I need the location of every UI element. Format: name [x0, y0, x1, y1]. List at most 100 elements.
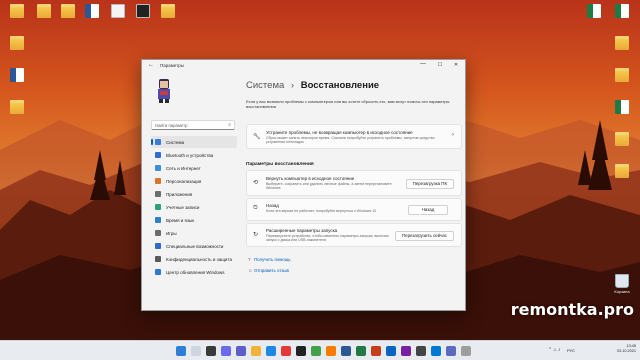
settings-window: ← Параметры — ☐ ✕ Найти параметр ⌕ Систе…: [141, 59, 466, 311]
sidebar-item-label: Bluetooth и устройства: [166, 152, 214, 158]
desktop-folder-icon[interactable]: [4, 100, 30, 114]
desktop-file-icon[interactable]: [130, 4, 156, 18]
sidebar-item[interactable]: Система: [151, 136, 237, 148]
sidebar-item[interactable]: Персонализация: [151, 175, 237, 187]
start-button[interactable]: [176, 346, 186, 356]
wrench-icon: 🔧︎: [253, 134, 261, 140]
desktop-word-doc-icon[interactable]: [79, 4, 105, 18]
desktop-folder-icon[interactable]: [31, 4, 57, 18]
desktop-folder-icon[interactable]: [609, 164, 635, 178]
reset-pc-card: ⟲ Вернуть компьютер в исходное состояние…: [246, 170, 462, 196]
sidebar-item-label: Специальные возможности: [166, 243, 224, 249]
gaming-icon: [155, 230, 161, 236]
accessibility-icon: [155, 243, 161, 249]
history-icon: ⏲: [253, 205, 258, 211]
intro-text: Если у вас возникли проблемы с компьютер…: [246, 99, 450, 109]
get-help-label: Получить помощь: [254, 257, 291, 262]
sidebar-item[interactable]: Bluetooth и устройства: [151, 149, 237, 161]
desktop-folder-icon[interactable]: [155, 4, 181, 18]
app-icon[interactable]: [386, 346, 396, 356]
sidebar-item[interactable]: Центр обновления Windows: [151, 266, 237, 278]
app-icon[interactable]: [461, 346, 471, 356]
desktop-excel-icon[interactable]: [581, 4, 607, 18]
sidebar-item[interactable]: Сеть и Интернет: [151, 162, 237, 174]
reset-pc-desc: Выберите, сохранить или удалить личные ф…: [266, 182, 392, 191]
go-back-title: Назад: [266, 203, 279, 208]
sidebar: Найти параметр ⌕ Система Bluetooth и устр…: [147, 74, 242, 310]
sidebar-item-label: Учетные записи: [166, 204, 200, 210]
back-arrow-icon[interactable]: ←: [148, 62, 154, 68]
troubleshoot-title: Устраните проблемы, не возвращая компьют…: [266, 130, 413, 135]
title-bar[interactable]: ← Параметры — ☐ ✕: [142, 60, 465, 72]
app-icon[interactable]: [416, 346, 426, 356]
desktop-excel-icon[interactable]: [609, 4, 635, 18]
app-icon[interactable]: [326, 346, 336, 356]
breadcrumb-parent[interactable]: Система: [246, 80, 284, 91]
desktop-file-icon[interactable]: [105, 4, 131, 18]
advanced-startup-icon: ↻: [253, 232, 259, 238]
sidebar-item[interactable]: Конфиденциальность и защита: [151, 253, 237, 265]
app-icon[interactable]: [296, 346, 306, 356]
maximize-button[interactable]: ☐: [432, 62, 448, 68]
desktop-word-doc-icon[interactable]: [4, 68, 30, 82]
desktop-folder-icon[interactable]: [609, 36, 635, 50]
network-icon: [155, 165, 161, 171]
excel-icon[interactable]: [356, 346, 366, 356]
accounts-icon: [155, 204, 161, 210]
sidebar-item-label: Персонализация: [166, 178, 202, 184]
search-taskbar-icon[interactable]: [191, 346, 201, 356]
recycle-bin-icon[interactable]: Корзина: [609, 274, 635, 294]
task-view-icon[interactable]: [206, 346, 216, 356]
edge-icon[interactable]: [266, 346, 276, 356]
desktop-folder-icon[interactable]: [609, 132, 635, 146]
desktop-excel-icon[interactable]: [609, 100, 635, 114]
minimize-button[interactable]: —: [415, 61, 431, 67]
sidebar-item-label: Центр обновления Windows: [166, 269, 225, 275]
page-title: Восстановление: [300, 80, 380, 91]
chat-icon[interactable]: [236, 346, 246, 356]
go-back-button[interactable]: Назад: [408, 205, 448, 215]
sidebar-item[interactable]: Специальные возможности: [151, 240, 237, 252]
go-back-card: ⏲ Назад Если эта версия не работает, поп…: [246, 198, 462, 221]
clock-date: 03.10.2021: [616, 349, 636, 353]
desktop-folder-icon[interactable]: [55, 4, 81, 18]
section-title: Параметры восстановления: [246, 162, 314, 167]
widgets-icon[interactable]: [221, 346, 231, 356]
input-language[interactable]: РУС: [567, 348, 575, 353]
desktop-folder-icon[interactable]: [609, 68, 635, 82]
get-help-link[interactable]: ? Получить помощь: [248, 257, 291, 262]
reset-pc-button[interactable]: Перезагрузка ПК: [405, 179, 454, 189]
clock[interactable]: 13:45 03.10.2021: [617, 344, 636, 354]
restart-now-button[interactable]: Перезагрузить сейчас: [394, 231, 454, 241]
troubleshoot-card[interactable]: 🔧︎ Устраните проблемы, не возвращая комп…: [246, 124, 462, 149]
sidebar-item[interactable]: Приложения: [151, 188, 237, 200]
app-icon[interactable]: [431, 346, 441, 356]
sidebar-item[interactable]: Учетные записи: [151, 201, 237, 213]
send-feedback-link[interactable]: ☺ Отправить отзыв: [248, 268, 289, 273]
time-language-icon: [155, 217, 161, 223]
sidebar-item-label: Конфиденциальность и защита: [166, 256, 232, 262]
file-explorer-icon[interactable]: [251, 346, 261, 356]
desktop-folder-icon[interactable]: [4, 4, 30, 18]
settings-taskbar-icon[interactable]: [446, 346, 456, 356]
app-icon[interactable]: [281, 346, 291, 356]
search-input[interactable]: Найти параметр ⌕: [151, 120, 235, 130]
sidebar-item-label: Время и язык: [166, 217, 195, 223]
system-tray-icons[interactable]: ⌃ ⌂ ♪: [548, 347, 561, 353]
desktop-folder-icon[interactable]: [4, 36, 30, 50]
sidebar-item[interactable]: Время и язык: [151, 214, 237, 226]
shield-icon: [155, 256, 161, 262]
avatar[interactable]: [153, 78, 175, 104]
search-placeholder: Найти параметр: [155, 123, 188, 128]
sidebar-item-label: Приложения: [166, 191, 193, 197]
app-icon[interactable]: [401, 346, 411, 356]
reset-pc-icon: ⟲: [253, 180, 259, 186]
word-icon[interactable]: [341, 346, 351, 356]
close-button[interactable]: ✕: [448, 62, 464, 68]
app-icon[interactable]: [311, 346, 321, 356]
search-icon[interactable]: ⌕: [228, 122, 231, 128]
sidebar-item[interactable]: Игры: [151, 227, 237, 239]
powerpoint-icon[interactable]: [371, 346, 381, 356]
chevron-right-icon: ›: [452, 132, 454, 138]
brush-icon: [155, 178, 161, 184]
